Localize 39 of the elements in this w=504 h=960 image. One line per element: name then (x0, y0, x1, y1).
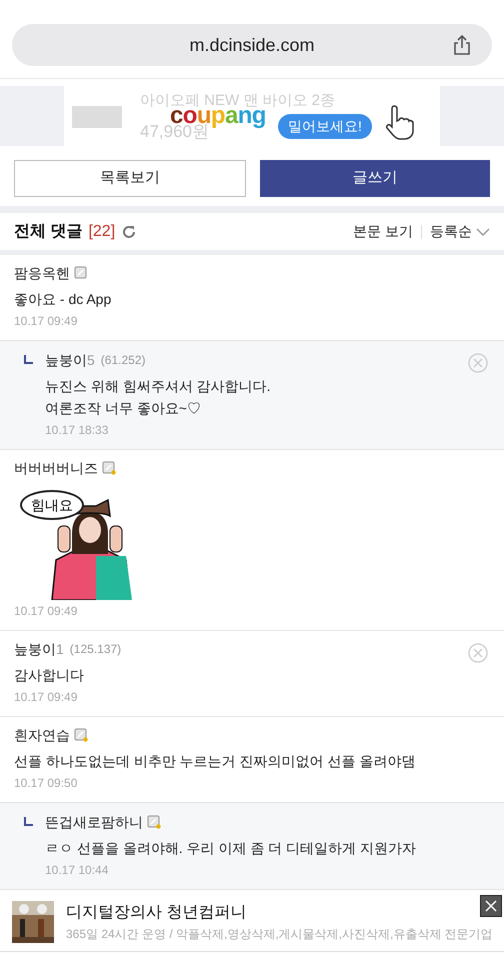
close-icon (484, 899, 498, 913)
view-post-link[interactable]: 본문 보기 (353, 221, 413, 242)
user-id-suffix: 5 (87, 350, 95, 370)
ad-title: 디지털장의사 청년컴퍼니 (66, 903, 246, 923)
callout-bubble: 밀어보세요! (278, 114, 372, 139)
ip-address: (125.137) (70, 641, 122, 658)
comment-time: 10.17 09:49 (14, 603, 78, 620)
commenter-name[interactable]: 흰자연습 (14, 724, 70, 746)
refresh-icon[interactable] (121, 224, 138, 240)
comment-time: 10.17 10:44 (45, 862, 110, 879)
comment-text: 좋아요 - dc App (14, 290, 112, 309)
comment-text: 선플 하나도없는데 비추만 누르는거 진짜의미없어 선플 올려야댐 (14, 752, 416, 771)
write-button[interactable]: 글쓰기 (260, 160, 490, 197)
comment-time: 10.17 18:33 (45, 422, 110, 439)
ip-address: (61.252) (100, 352, 146, 369)
product-thumbnail (72, 106, 122, 128)
comment-time: 10.17 09:49 (14, 313, 78, 330)
comment-count: [22] (88, 222, 116, 242)
chevron-down-icon (476, 226, 490, 236)
speech-bubble: 힘내요 (20, 490, 84, 520)
address-bar[interactable]: m.dcinside.com (12, 24, 492, 66)
comment-text: 감사합니다 (14, 666, 85, 685)
comment-text: ㄹㅇ 선플을 올려야해. 우리 이제 좀 더 디테일하게 지원가자 (45, 839, 418, 858)
close-button[interactable] (480, 895, 502, 917)
section-title: 전체 댓글 (14, 222, 82, 242)
share-icon[interactable] (452, 34, 472, 56)
user-id-suffix: 1 (56, 640, 64, 658)
commenter-name[interactable]: 늪붕이 (14, 638, 56, 660)
comment-time: 10.17 09:49 (14, 689, 78, 706)
commenter-name[interactable]: 버버버버니즈 (14, 458, 98, 478)
commenter-name[interactable]: 팜응옥헨 (14, 262, 70, 284)
comment-time: 10.17 09:50 (14, 775, 78, 792)
sort-dropdown[interactable]: 등록순 (430, 221, 490, 242)
ad-description: 365일 24시간 운영 / 악플삭제,영상삭제,게시물삭제,사진삭제,유출삭제 전문기업 (66, 926, 493, 943)
list-button[interactable]: 목록보기 (14, 160, 246, 197)
comment-text: 뉴진스 위해 힘써주셔서 감사합니다. 여론조작 너무 좋아요~♡ (45, 377, 272, 418)
commenter-name[interactable]: 늪붕이 (45, 350, 87, 370)
commenter-name[interactable]: 뜬겁새로팜하니 (45, 812, 143, 832)
bottom-ad-banner[interactable]: 디지털장의사 청년컴퍼니 365일 24시간 운영 / 악플삭제,영상삭제,게시물삭제,사진삭제,유출삭제 전문기업 (0, 893, 504, 952)
